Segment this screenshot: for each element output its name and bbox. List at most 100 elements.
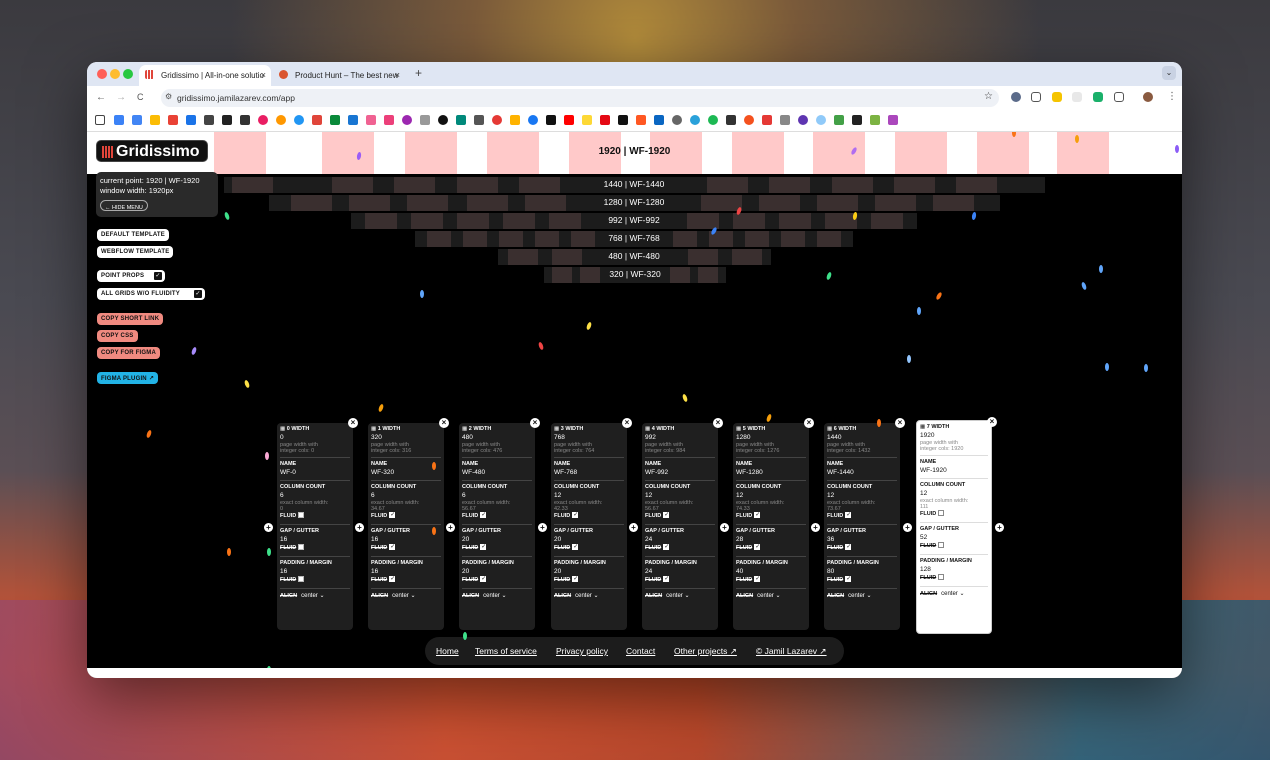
copy-css-button[interactable]: COPY CSS — [97, 330, 138, 342]
column-count-input[interactable]: 6 — [280, 491, 350, 500]
add-breakpoint-icon[interactable]: + — [903, 523, 912, 532]
gap-fluid-toggle[interactable]: FLUID — [371, 543, 441, 553]
bookmark-icon[interactable] — [186, 115, 196, 125]
fluid-checkbox[interactable] — [572, 511, 578, 520]
align-select[interactable]: ALIGN center ⌄ — [462, 592, 532, 601]
align-select[interactable]: ALIGN center ⌄ — [280, 592, 350, 601]
fluid-checkbox[interactable] — [845, 511, 851, 520]
fluid-checkbox[interactable] — [389, 543, 395, 552]
padding-input[interactable]: 20 — [462, 567, 532, 576]
bookmark-icon[interactable] — [816, 115, 826, 125]
bookmark-icon[interactable] — [798, 115, 808, 125]
name-input[interactable]: WF-1920 — [920, 466, 988, 475]
gap-fluid-toggle[interactable]: FLUID — [645, 543, 715, 553]
name-input[interactable]: WF-0 — [280, 468, 350, 477]
point-props-toggle[interactable]: POINT PROPS ✓ — [97, 270, 165, 282]
width-input[interactable]: 768 — [554, 433, 624, 442]
column-count-input[interactable]: 12 — [920, 489, 988, 498]
fluid-checkbox[interactable] — [389, 511, 395, 520]
bookmark-icon[interactable] — [870, 115, 880, 125]
url-field[interactable]: ⚙ gridissimo.jamilazarev.com/app ☆ — [161, 89, 999, 107]
name-input[interactable]: WF-1440 — [827, 468, 897, 477]
column-count-input[interactable]: 6 — [462, 491, 532, 500]
telegram-icon[interactable] — [690, 115, 700, 125]
gap-input[interactable]: 28 — [736, 535, 806, 544]
fluid-checkbox[interactable] — [389, 575, 395, 584]
gap-input[interactable]: 16 — [280, 535, 350, 544]
spotify-icon[interactable] — [708, 115, 718, 125]
padding-fluid-toggle[interactable]: FLUID — [280, 575, 350, 585]
fluid-checkbox[interactable] — [754, 543, 760, 552]
minimize-window-button[interactable] — [110, 69, 120, 79]
name-input[interactable]: WF-768 — [554, 468, 624, 477]
footer-link-contact[interactable]: Contact — [626, 646, 655, 656]
fluid-checkbox[interactable] — [572, 543, 578, 552]
column-fluid-toggle[interactable]: FLUID — [554, 511, 624, 521]
puzzle-extensions-icon[interactable] — [1114, 92, 1124, 102]
bookmark-icon[interactable] — [582, 115, 592, 125]
name-input[interactable]: WF-1280 — [736, 468, 806, 477]
column-fluid-toggle[interactable]: FLUID — [645, 511, 715, 521]
fluid-checkbox[interactable] — [663, 543, 669, 552]
footer-link-home[interactable]: Home — [436, 646, 459, 656]
column-fluid-toggle[interactable]: FLUID — [462, 511, 532, 521]
copy-for-figma-button[interactable]: COPY FOR FIGMA — [97, 347, 161, 359]
new-tab-button[interactable]: + — [415, 66, 422, 80]
gap-fluid-toggle[interactable]: FLUID — [280, 543, 350, 553]
remove-breakpoint-icon[interactable]: × — [530, 418, 540, 428]
gap-input[interactable]: 20 — [554, 535, 624, 544]
gap-fluid-toggle[interactable]: FLUID — [827, 543, 897, 553]
bookmark-icon[interactable] — [222, 115, 232, 125]
extension-icon[interactable] — [1011, 92, 1021, 102]
bookmark-icon[interactable] — [384, 115, 394, 125]
youtube-icon[interactable] — [564, 115, 574, 125]
padding-fluid-toggle[interactable]: FLUID — [371, 575, 441, 585]
align-select[interactable]: ALIGN center ⌄ — [371, 592, 441, 601]
forward-button[interactable]: → — [116, 92, 126, 103]
remove-breakpoint-icon[interactable]: × — [622, 418, 632, 428]
footer-link-author[interactable]: © Jamil Lazarev ↗ — [756, 646, 827, 657]
bookmark-icon[interactable] — [294, 115, 304, 125]
browser-menu-button[interactable]: ⋮ — [1167, 91, 1177, 102]
tab-close-icon[interactable]: × — [395, 70, 400, 80]
bookmark-icon[interactable] — [366, 115, 376, 125]
width-input[interactable]: 480 — [462, 433, 532, 442]
bookmark-icon[interactable] — [780, 115, 790, 125]
add-breakpoint-icon[interactable]: + — [720, 523, 729, 532]
cloud-extension-icon[interactable] — [1031, 92, 1041, 102]
fluid-checkbox[interactable] — [754, 575, 760, 584]
gap-fluid-toggle[interactable]: FLUID — [920, 541, 988, 551]
bookmark-icon[interactable] — [744, 115, 754, 125]
bookmark-icon[interactable] — [348, 115, 358, 125]
column-count-input[interactable]: 6 — [371, 491, 441, 500]
tab-close-icon[interactable]: × — [261, 70, 266, 80]
fluid-checkbox[interactable] — [845, 575, 851, 584]
add-breakpoint-icon[interactable]: + — [995, 523, 1004, 532]
bookmark-icon[interactable] — [852, 115, 862, 125]
bookmark-icon[interactable] — [312, 115, 322, 125]
bookmark-icon[interactable] — [492, 115, 502, 125]
remove-breakpoint-icon[interactable]: × — [348, 418, 358, 428]
bookmark-icon[interactable] — [762, 115, 772, 125]
bookmark-icon[interactable] — [474, 115, 484, 125]
fluid-checkbox[interactable] — [298, 575, 305, 582]
add-breakpoint-icon[interactable]: + — [355, 523, 364, 532]
gap-input[interactable]: 52 — [920, 533, 988, 542]
extension-icon[interactable] — [1052, 92, 1062, 102]
footer-link-privacy[interactable]: Privacy policy — [556, 646, 608, 656]
width-input[interactable]: 992 — [645, 433, 715, 442]
add-breakpoint-icon[interactable]: + — [629, 523, 638, 532]
width-input[interactable]: 320 — [371, 433, 441, 442]
align-select[interactable]: ALIGN center ⌄ — [736, 592, 806, 601]
padding-input[interactable]: 20 — [554, 567, 624, 576]
column-fluid-toggle[interactable]: FLUID — [920, 509, 988, 519]
grid-band-1280[interactable]: 1280 | WF-1280 — [269, 195, 1000, 211]
remove-breakpoint-icon[interactable]: × — [439, 418, 449, 428]
fluid-checkbox[interactable] — [480, 575, 486, 584]
netflix-icon[interactable] — [600, 115, 610, 125]
linkedin-icon[interactable] — [654, 115, 664, 125]
bookmark-icon[interactable] — [330, 115, 340, 125]
padding-input[interactable]: 40 — [736, 567, 806, 576]
fluid-checkbox[interactable] — [845, 543, 851, 552]
bookmark-icon[interactable] — [672, 115, 682, 125]
